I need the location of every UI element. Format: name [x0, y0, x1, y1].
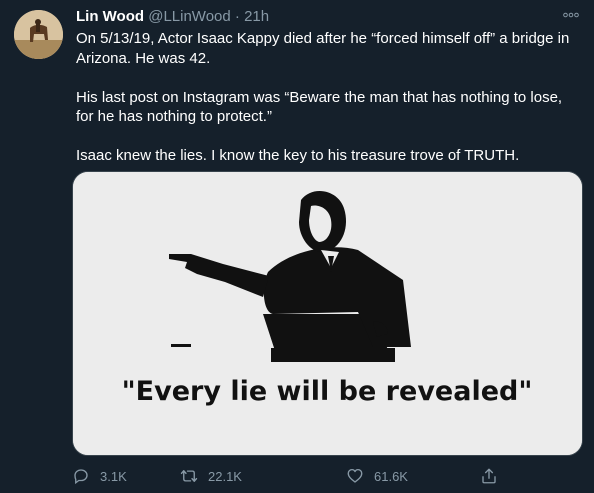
avatar[interactable]	[14, 10, 63, 59]
tweet-paragraph: Isaac knew the lies. I know the key to h…	[76, 147, 520, 164]
tweet-actions: 3.1K 22.1K 61.6K	[72, 466, 512, 486]
author-handle[interactable]: @LLinWood	[148, 8, 231, 25]
like-button[interactable]: 61.6K	[346, 466, 408, 486]
reply-button[interactable]: 3.1K	[72, 466, 127, 486]
tweet-paragraph: On 5/13/19, Actor Isaac Kappy died after…	[76, 30, 570, 67]
like-count: 61.6K	[374, 468, 408, 484]
tweet-header: Lin Wood @LLinWood · 21h	[76, 7, 554, 26]
author-name[interactable]: Lin Wood	[76, 8, 144, 25]
retweet-icon	[180, 470, 198, 482]
separator: ·	[234, 8, 240, 25]
image-caption: "Every lie will be revealed"	[122, 376, 533, 407]
reply-icon	[74, 469, 88, 485]
tweet[interactable]: Lin Wood @LLinWood · 21h On 5/13/19, Act…	[0, 0, 594, 493]
share-icon	[482, 468, 496, 484]
reply-count: 3.1K	[100, 468, 127, 484]
timestamp[interactable]: 21h	[244, 8, 269, 25]
tweet-text: On 5/13/19, Actor Isaac Kappy died after…	[76, 29, 581, 185]
more-dots-icon[interactable]	[562, 6, 580, 24]
tweet-image[interactable]: "Every lie will be revealed"	[72, 171, 583, 456]
retweet-count: 22.1K	[208, 468, 242, 484]
tweet-paragraph: His last post on Instagram was “Beware t…	[76, 88, 563, 126]
retweet-button[interactable]: 22.1K	[180, 466, 242, 486]
heart-icon	[347, 468, 363, 483]
share-button[interactable]	[480, 466, 508, 486]
